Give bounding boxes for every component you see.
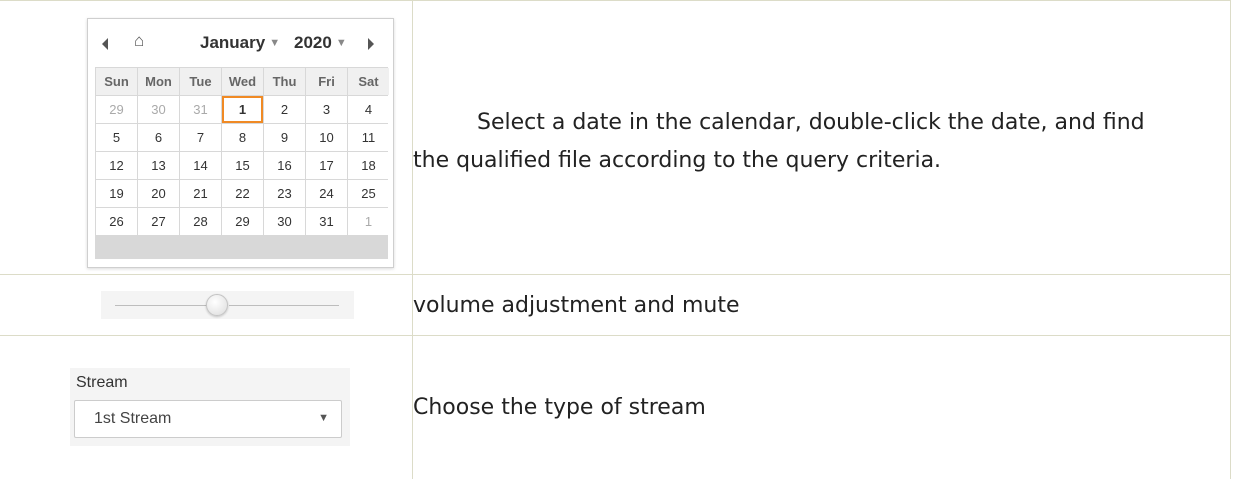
calendar-day[interactable]: 30 xyxy=(138,96,179,123)
calendar-day[interactable]: 27 xyxy=(138,208,179,235)
calendar-day[interactable]: 23 xyxy=(264,180,305,207)
calendar-day[interactable]: 2 xyxy=(264,96,305,123)
calendar-day[interactable]: 1 xyxy=(222,96,263,123)
calendar-day[interactable]: 1 xyxy=(348,208,389,235)
calendar-day[interactable]: 22 xyxy=(222,180,263,207)
volume-description: volume adjustment and mute xyxy=(413,293,740,318)
calendar-day[interactable]: 29 xyxy=(222,208,263,235)
slider-track xyxy=(115,305,215,306)
chevron-down-icon: ▼ xyxy=(269,37,281,49)
calendar-day[interactable]: 6 xyxy=(138,124,179,151)
calendar-day[interactable]: 26 xyxy=(96,208,137,235)
calendar-widget: ⌂ January ▼ 2020 ▼ Sun Mon Tue Wed Thu Fri Sat 29… xyxy=(87,18,394,268)
slider-track xyxy=(229,305,339,306)
table-border-top xyxy=(0,0,1231,1)
weekday-header: Sat xyxy=(348,68,389,95)
calendar-description-line2: the qualified file according to the quer… xyxy=(413,148,942,173)
calendar-day[interactable]: 19 xyxy=(96,180,137,207)
calendar-day[interactable]: 31 xyxy=(180,96,221,123)
calendar-day[interactable]: 29 xyxy=(96,96,137,123)
table-row-divider xyxy=(0,274,1231,275)
next-month-icon[interactable] xyxy=(368,38,374,50)
calendar-day[interactable]: 14 xyxy=(180,152,221,179)
weekday-header: Thu xyxy=(264,68,305,95)
stream-label: Stream xyxy=(76,374,128,391)
calendar-day[interactable]: 20 xyxy=(138,180,179,207)
calendar-day[interactable]: 18 xyxy=(348,152,389,179)
weekday-header: Wed xyxy=(222,68,263,95)
calendar-day[interactable]: 15 xyxy=(222,152,263,179)
calendar-day[interactable]: 11 xyxy=(348,124,389,151)
calendar-day[interactable]: 31 xyxy=(306,208,347,235)
calendar-day[interactable]: 30 xyxy=(264,208,305,235)
calendar-day[interactable]: 8 xyxy=(222,124,263,151)
calendar-day[interactable]: 4 xyxy=(348,96,389,123)
calendar-day[interactable]: 10 xyxy=(306,124,347,151)
stream-dropdown[interactable]: 1st Stream ▼ xyxy=(74,400,342,438)
table-border-right xyxy=(1230,0,1231,479)
calendar-description-line1: Select a date in the calendar, double-cl… xyxy=(477,110,1145,135)
weekday-header: Mon xyxy=(138,68,179,95)
calendar-day[interactable]: 24 xyxy=(306,180,347,207)
volume-slider[interactable] xyxy=(101,291,354,319)
calendar-day[interactable]: 3 xyxy=(306,96,347,123)
stream-selected-value: 1st Stream xyxy=(94,410,172,427)
calendar-grid: Sun Mon Tue Wed Thu Fri Sat 29 30 31 1 2 3 4 5 6 7 8 9 10 11… xyxy=(95,67,389,259)
weekday-header: Sun xyxy=(96,68,137,95)
stream-description: Choose the type of stream xyxy=(413,395,706,420)
year-dropdown[interactable]: 2020 ▼ xyxy=(294,33,347,53)
table-row-divider xyxy=(0,335,1231,336)
calendar-header: ⌂ January ▼ 2020 ▼ xyxy=(88,19,393,69)
calendar-day[interactable]: 21 xyxy=(180,180,221,207)
calendar-day[interactable]: 9 xyxy=(264,124,305,151)
stream-selector: Stream 1st Stream ▼ xyxy=(70,368,350,446)
home-icon[interactable]: ⌂ xyxy=(134,31,144,51)
calendar-day[interactable]: 13 xyxy=(138,152,179,179)
calendar-day[interactable]: 16 xyxy=(264,152,305,179)
calendar-day[interactable]: 5 xyxy=(96,124,137,151)
weekday-header: Fri xyxy=(306,68,347,95)
prev-month-icon[interactable] xyxy=(102,38,108,50)
calendar-day[interactable]: 28 xyxy=(180,208,221,235)
calendar-day[interactable]: 25 xyxy=(348,180,389,207)
month-dropdown[interactable]: January ▼ xyxy=(200,33,280,53)
chevron-down-icon: ▼ xyxy=(318,412,329,424)
calendar-day[interactable]: 12 xyxy=(96,152,137,179)
calendar-day[interactable]: 7 xyxy=(180,124,221,151)
calendar-day[interactable]: 17 xyxy=(306,152,347,179)
weekday-header: Tue xyxy=(180,68,221,95)
chevron-down-icon: ▼ xyxy=(335,37,347,49)
slider-handle[interactable] xyxy=(205,294,228,316)
